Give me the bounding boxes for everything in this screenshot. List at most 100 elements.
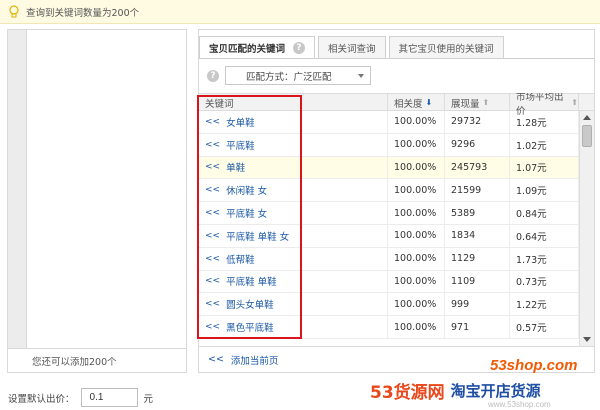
relevance-cell: 100.00% <box>388 247 445 270</box>
header-label: 相关度 <box>394 98 423 110</box>
relevance-cell: 100.00% <box>388 293 445 316</box>
avg-bid-cell: 1.02元 <box>510 133 579 156</box>
table-row: << 女单鞋 100.00% 29732 1.28元 <box>199 111 579 134</box>
help-icon[interactable]: ? <box>207 69 219 82</box>
keyword-cell[interactable]: << 平底鞋 单鞋 <box>199 270 388 293</box>
impressions-cell: 245793 <box>445 156 510 179</box>
relevance-cell: 100.00% <box>388 316 445 338</box>
table-row: << 平底鞋 女 100.00% 5389 0.84元 <box>199 202 579 225</box>
header-label: 关键词 <box>205 98 234 110</box>
default-bid-label: 设置默认出价： <box>8 393 75 405</box>
column-header-impressions[interactable]: 展现量 ⬆ <box>445 94 510 111</box>
watermark-site: 53shop.com <box>490 357 578 374</box>
relevance-cell: 100.00% <box>388 202 445 224</box>
match-type-value: 广泛匹配 <box>293 71 332 83</box>
match-type-row: ? 匹配方式： 广泛匹配 <box>207 66 371 85</box>
add-keyword-icon[interactable]: << <box>205 140 220 150</box>
impressions-cell: 29732 <box>445 111 510 133</box>
sort-up-icon[interactable]: ⬆ <box>571 98 578 107</box>
impressions-cell: 1834 <box>445 224 510 247</box>
keyword-text[interactable]: 圆头女单鞋 <box>226 297 274 311</box>
add-keyword-icon[interactable]: << <box>205 117 220 127</box>
tab-other-items-keywords[interactable]: 其它宝贝使用的关键词 <box>388 36 504 58</box>
keyword-cell[interactable]: << 平底鞋 单鞋 女 <box>199 224 388 247</box>
avg-bid-cell: 1.28元 <box>510 111 579 133</box>
impressions-cell: 21599 <box>445 179 510 202</box>
keyword-cell[interactable]: << 女单鞋 <box>199 111 388 133</box>
add-arrow-icon: << <box>208 354 224 365</box>
table-row: << 单鞋 100.00% 245793 1.07元 <box>199 156 579 180</box>
keyword-text[interactable]: 平底鞋 <box>226 138 255 152</box>
keyword-text[interactable]: 休闲鞋 女 <box>226 183 267 197</box>
table-body: << 女单鞋 100.00% 29732 1.28元 << 平底鞋 100.00% 9296 1.… <box>199 111 579 339</box>
keyword-cell[interactable]: << 平底鞋 <box>199 133 388 156</box>
add-keyword-icon[interactable]: << <box>205 162 220 172</box>
keyword-text[interactable]: 平底鞋 女 <box>226 206 267 220</box>
tab-label: 其它宝贝使用的关键词 <box>398 43 494 55</box>
default-bid-input[interactable]: 0.1 <box>80 388 138 407</box>
relevance-cell: 100.00% <box>388 111 445 133</box>
default-bid-value: 0.1 <box>89 392 104 403</box>
match-type-select[interactable]: 匹配方式： 广泛匹配 <box>225 66 371 85</box>
add-keyword-icon[interactable]: << <box>205 185 220 195</box>
sort-down-icon[interactable]: ⬇ <box>426 98 433 107</box>
selected-keywords-panel: 您还可以添加200个 <box>7 29 187 373</box>
relevance-cell: 100.00% <box>388 270 445 293</box>
keyword-text[interactable]: 单鞋 <box>226 160 245 174</box>
add-keyword-icon[interactable]: << <box>205 254 220 264</box>
table-scrollbar[interactable] <box>579 111 594 346</box>
impressions-cell: 5389 <box>445 202 510 224</box>
scroll-down-icon[interactable] <box>583 337 591 342</box>
keyword-text[interactable]: 黑色平底鞋 <box>226 320 274 334</box>
add-keyword-icon[interactable]: << <box>205 276 220 286</box>
table-row: << 低帮鞋 100.00% 1129 1.73元 <box>199 247 579 271</box>
table-row: << 黑色平底鞋 100.00% 971 0.57元 <box>199 316 579 339</box>
add-keyword-icon[interactable]: << <box>205 231 220 241</box>
help-icon[interactable]: ? <box>293 41 306 54</box>
keyword-search-panel: 宝贝匹配的关键词 ? 相关词查询 其它宝贝使用的关键词 ? 匹配方式： 广泛匹配… <box>198 29 595 373</box>
tab-matched-keywords[interactable]: 宝贝匹配的关键词 ? <box>199 36 316 58</box>
add-keyword-icon[interactable]: << <box>205 322 220 332</box>
default-bid-unit: 元 <box>143 393 154 405</box>
avg-bid-cell: 1.73元 <box>510 247 579 270</box>
table-row: << 平底鞋 100.00% 9296 1.02元 <box>199 133 579 157</box>
add-page-label: 添加当前页 <box>230 355 279 367</box>
keyword-cell[interactable]: << 单鞋 <box>199 156 388 179</box>
scroll-up-icon[interactable] <box>583 115 591 120</box>
keyword-text[interactable]: 低帮鞋 <box>226 252 255 266</box>
keyword-text[interactable]: 平底鞋 单鞋 <box>226 274 277 288</box>
watermark-brand-b: 淘宝开店货源 <box>450 382 541 400</box>
impressions-cell: 9296 <box>445 133 510 156</box>
keyword-text[interactable]: 平底鞋 单鞋 女 <box>226 229 289 243</box>
add-keyword-icon[interactable]: << <box>205 299 220 309</box>
tab-bar: 宝贝匹配的关键词 ? 相关词查询 其它宝贝使用的关键词 <box>199 36 507 58</box>
tab-divider <box>199 58 594 59</box>
column-header-relevance[interactable]: 相关度 ⬇ <box>388 94 445 111</box>
keyword-cell[interactable]: << 平底鞋 女 <box>199 202 388 224</box>
impressions-cell: 1109 <box>445 270 510 293</box>
keyword-cell[interactable]: << 圆头女单鞋 <box>199 293 388 316</box>
watermark-url: www.53shop.com <box>488 400 551 409</box>
remaining-count: 您还可以添加200个 <box>8 348 186 372</box>
impressions-cell: 999 <box>445 293 510 316</box>
tab-related-search[interactable]: 相关词查询 <box>318 36 386 58</box>
tab-label: 宝贝匹配的关键词 <box>209 43 286 55</box>
add-keyword-icon[interactable]: << <box>205 208 220 218</box>
keyword-cell[interactable]: << 黑色平底鞋 <box>199 316 388 338</box>
chevron-down-icon <box>358 74 364 78</box>
tab-label: 相关词查询 <box>328 43 376 55</box>
table-row: << 圆头女单鞋 100.00% 999 1.22元 <box>199 293 579 317</box>
scroll-thumb[interactable] <box>582 125 592 147</box>
keyword-cell[interactable]: << 休闲鞋 女 <box>199 179 388 202</box>
avg-bid-cell: 1.22元 <box>510 293 579 316</box>
column-header-avg-bid[interactable]: 市场平均出价 ⬆ <box>510 93 579 117</box>
sort-up-icon[interactable]: ⬆ <box>483 98 490 107</box>
notice-text: 查询到关键词数量为200个 <box>26 7 140 19</box>
table-header: 关键词 相关度 ⬇ 展现量 ⬆ 市场平均出价 ⬆ <box>199 93 594 117</box>
avg-bid-cell: 0.73元 <box>510 270 579 293</box>
keyword-text[interactable]: 女单鞋 <box>226 115 255 129</box>
table-row: << 休闲鞋 女 100.00% 21599 1.09元 <box>199 179 579 203</box>
keyword-table: 关键词 相关度 ⬇ 展现量 ⬆ 市场平均出价 ⬆ << 女单鞋 100.00% 297… <box>199 93 594 346</box>
table-row: << 平底鞋 单鞋 100.00% 1109 0.73元 <box>199 270 579 294</box>
keyword-cell[interactable]: << 低帮鞋 <box>199 247 388 270</box>
